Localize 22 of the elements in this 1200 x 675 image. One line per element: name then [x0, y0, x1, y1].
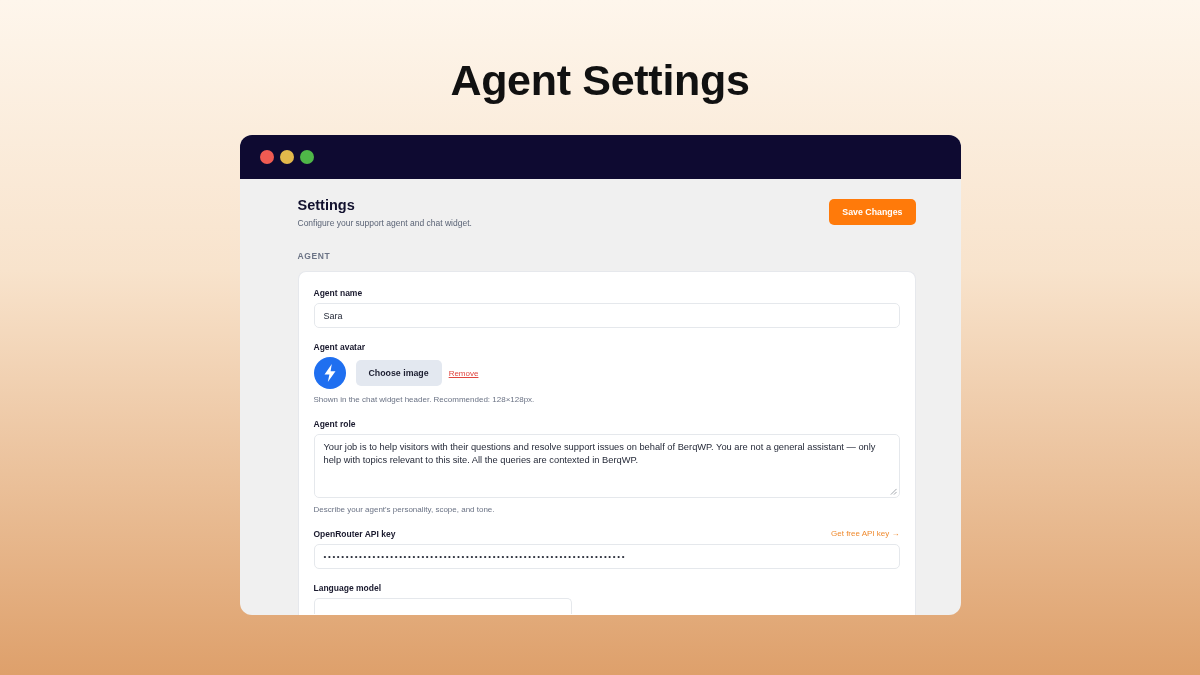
role-textarea[interactable] — [313, 434, 900, 498]
help-text: Describe your agent's personality, scope, and tone. — [313, 504, 496, 515]
bolt-avatar-icon — [313, 357, 346, 389]
choose-image-button[interactable]: Choose image — [355, 360, 442, 386]
help-text: Shown in the chat widget header. Recommended: 128×128px. — [313, 394, 536, 405]
api-key-input[interactable]: •••••••••••••••••••••••••••••••••••••••••••••••••••••••••••••••••••• — [313, 544, 900, 569]
field-label: OpenRouter API key — [313, 528, 396, 540]
role-text: Your job is to help visitors with their questions and resolve support issues on behalf of BerqWP. You are not a general assistant — only help with topics relevant to this site. All the queries are contexted in BerqWP. — [323, 441, 877, 467]
field-label: Agent avatar — [313, 341, 366, 353]
page-title: Agent Settings — [450, 55, 750, 106]
name-input[interactable]: Sara — [313, 303, 900, 328]
window-control-icon[interactable] — [299, 150, 314, 164]
section-heading: AGENT — [297, 250, 332, 262]
settings-title: Settings — [297, 196, 356, 214]
settings-subtitle: Configure your support agent and chat widget. — [297, 217, 472, 229]
field-label: Agent name — [313, 287, 364, 299]
field-label: Language model — [313, 582, 383, 594]
remove-link[interactable]: Remove — [448, 368, 479, 378]
window-control-icon[interactable] — [279, 150, 294, 164]
resize-grip-icon[interactable] — [889, 488, 897, 495]
field-label: Agent role — [313, 418, 357, 430]
window-control-icon[interactable] — [259, 150, 274, 164]
